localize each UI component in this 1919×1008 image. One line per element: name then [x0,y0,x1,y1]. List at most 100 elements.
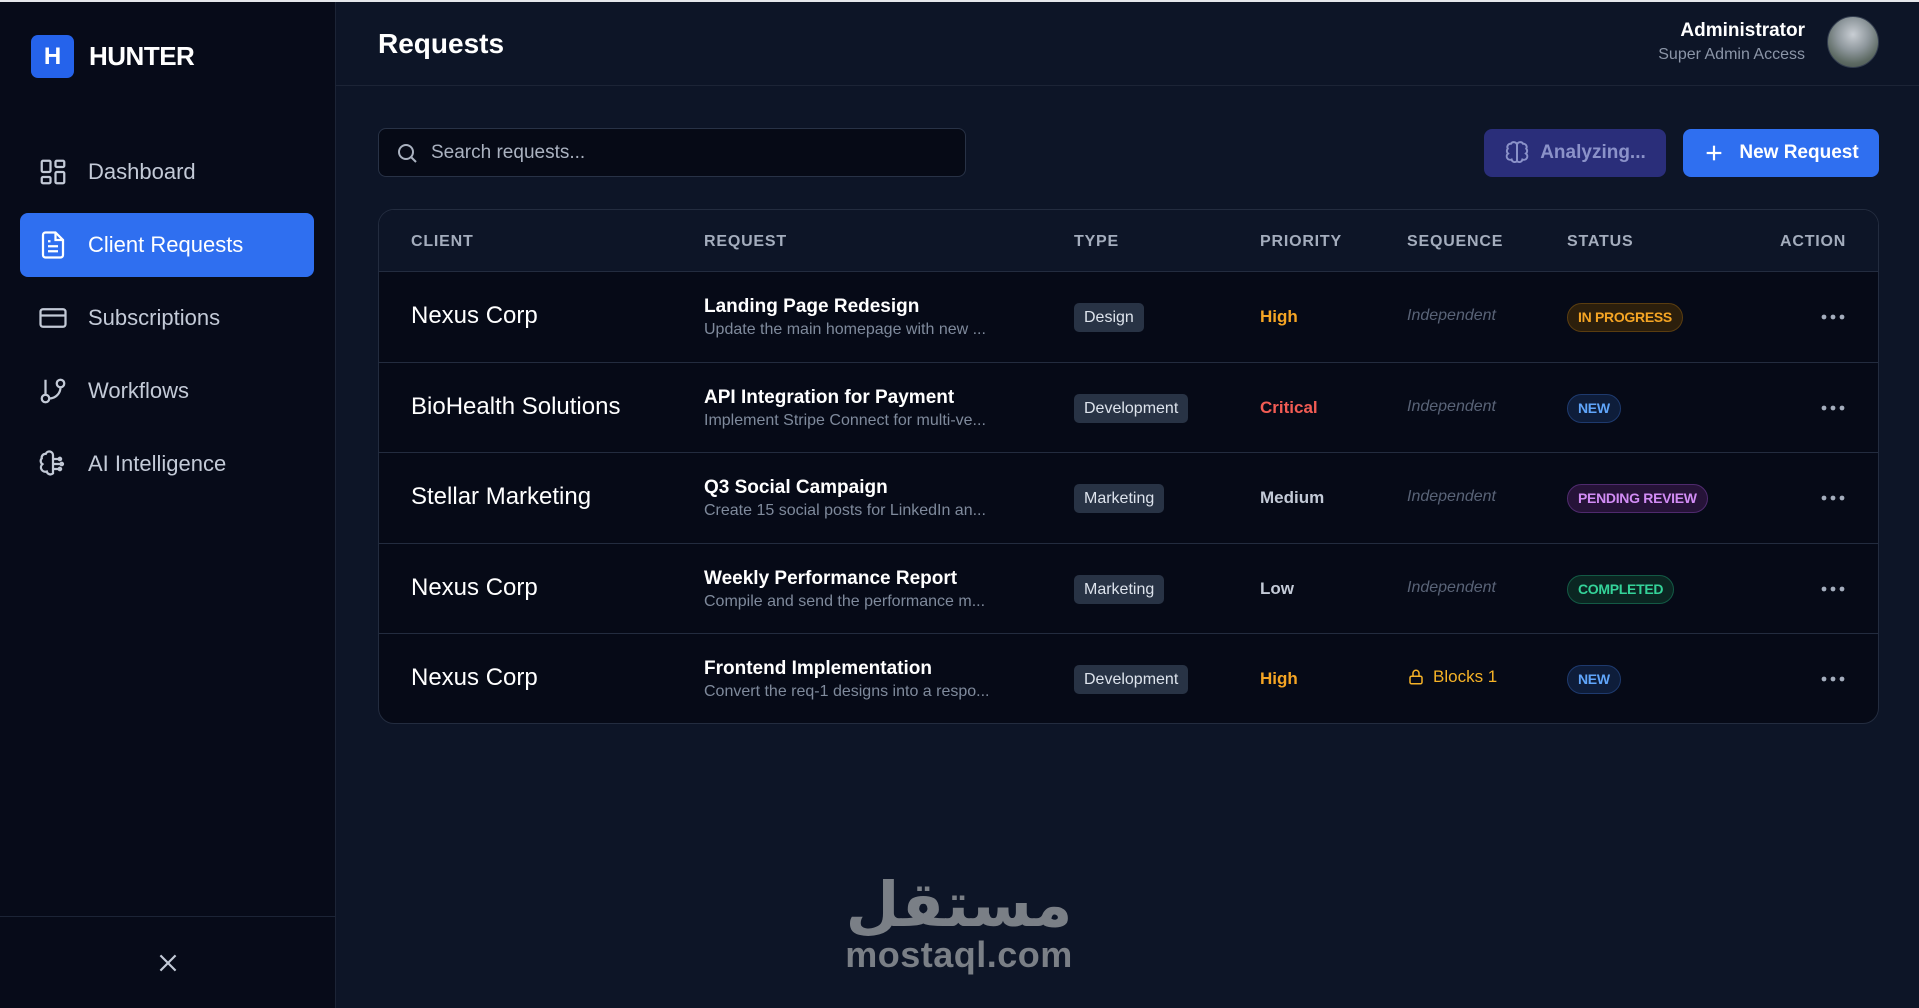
sidebar-footer [0,916,335,1008]
brand-logo-badge: H [31,35,74,78]
sidebar-item-label: Subscriptions [88,305,221,330]
table-header: CLIENT REQUEST TYPE PRIORITY SEQUENCE ST… [379,210,1878,272]
column-header-client[interactable]: CLIENT [411,233,474,251]
priority-label: Medium [1260,488,1325,507]
request-description: Update the main homepage with new ... [704,321,986,338]
status-badge: NEW [1567,665,1621,694]
user-role: Super Admin Access [1658,46,1805,63]
request-description: Convert the req-1 designs into a respo..… [704,683,990,700]
status-badge: COMPLETED [1567,574,1675,604]
row-actions-button[interactable] [1817,393,1849,423]
watermark: مستقل mostaql.com [843,868,1075,975]
more-horizontal-icon [1821,405,1845,410]
type-tag: Development [1074,665,1189,694]
plus-icon [1707,145,1722,161]
client-name: Nexus Corp [411,573,538,601]
request-title[interactable]: Landing Page Redesign [704,296,919,318]
sidebar: H HUNTER Dashboard Client Requests Subsc… [0,2,336,1008]
column-header-action: ACTION [1780,233,1847,250]
top-header: Requests Administrator Super Admin Acces… [336,2,1919,86]
column-header-type[interactable]: TYPE [1074,233,1119,251]
column-header-sequence[interactable]: SEQUENCE [1407,233,1503,251]
request-description: Compile and send the performance m... [704,592,986,610]
type-tag: Marketing [1074,484,1165,513]
type-tag: Marketing [1074,574,1165,604]
new-request-label: New Request [1739,142,1859,163]
more-horizontal-icon [1821,586,1845,591]
type-tag: Development [1074,393,1189,423]
request-title[interactable]: API Integration for Payment [704,387,954,409]
sidebar-item-workflows[interactable]: Workflows [20,359,314,423]
sidebar-item-label: Workflows [88,378,190,403]
column-header-request[interactable]: REQUEST [704,233,787,251]
user-name: Administrator [1680,20,1805,41]
request-title[interactable]: Weekly Performance Report [704,568,957,590]
status-badge: IN PROGRESS [1567,303,1683,332]
row-actions-button[interactable] [1817,574,1849,604]
sequence-label: Independent [1407,397,1496,415]
sidebar-nav: Dashboard Client Requests Subscriptions … [20,140,314,505]
sidebar-item-client-requests[interactable]: Client Requests [20,213,314,277]
table-row[interactable]: Stellar Marketing Q3 Social Campaign Cre… [379,453,1878,544]
close-icon[interactable] [155,950,181,976]
requests-table: CLIENT REQUEST TYPE PRIORITY SEQUENCE ST… [378,209,1879,724]
request-title[interactable]: Frontend Implementation [704,658,932,680]
client-name: BioHealth Solutions [411,392,621,420]
user-profile[interactable]: Administrator Super Admin Access [1658,16,1879,68]
table-row[interactable]: Nexus Corp Frontend Implementation Conve… [379,634,1878,723]
sidebar-item-subscriptions[interactable]: Subscriptions [20,286,314,350]
avatar[interactable] [1827,16,1879,68]
analyze-button[interactable]: Analyzing... [1484,129,1666,177]
sidebar-item-label: AI Intelligence [88,451,227,476]
request-description: Create 15 social posts for LinkedIn an..… [704,502,986,519]
more-horizontal-icon [1821,314,1845,320]
watermark-latin: mostaql.com [845,934,1073,975]
search-input[interactable] [431,141,931,164]
type-tag: Design [1074,303,1144,332]
sequence-label: Independent [1407,578,1496,596]
brain-icon [39,450,65,476]
status-badge: PENDING REVIEW [1567,484,1708,513]
client-name: Nexus Corp [411,664,538,691]
credit-card-icon [39,308,67,328]
request-title[interactable]: Q3 Social Campaign [704,477,888,499]
page-title: Requests [378,28,505,59]
client-name: Stellar Marketing [411,483,592,510]
priority-label: High [1260,307,1298,326]
sidebar-item-ai-intelligence[interactable]: AI Intelligence [20,432,314,496]
sequence-label: Blocks 1 [1433,667,1498,686]
sidebar-item-label: Client Requests [88,232,244,257]
column-header-status[interactable]: STATUS [1567,233,1633,251]
more-horizontal-icon [1821,676,1845,682]
sidebar-item-dashboard[interactable]: Dashboard [20,140,314,204]
client-name: Nexus Corp [411,302,538,329]
request-description: Implement Stripe Connect for multi-ve... [704,411,986,429]
priority-label: High [1260,669,1298,688]
row-actions-button[interactable] [1817,302,1849,332]
row-actions-button[interactable] [1817,483,1849,513]
more-horizontal-icon [1821,495,1845,501]
table-row[interactable]: Nexus Corp Landing Page Redesign Update … [379,272,1878,363]
sequence-label: Independent [1407,307,1496,324]
search-icon [398,143,417,163]
table-row[interactable]: BioHealth Solutions API Integration for … [379,363,1878,453]
lock-icon [1409,669,1423,685]
sequence-label: Independent [1407,488,1496,505]
analyze-button-label: Analyzing... [1540,142,1646,163]
brain-icon [1505,141,1529,163]
table-row[interactable]: Nexus Corp Weekly Performance Report Com… [379,544,1878,634]
status-badge: NEW [1567,393,1621,423]
row-actions-button[interactable] [1817,664,1849,694]
sequence-blocker: Blocks 1 [1407,667,1497,687]
priority-label: Critical [1260,397,1318,417]
priority-label: Low [1260,578,1294,598]
new-request-button[interactable]: New Request [1683,129,1879,177]
watermark-arabic: مستقل [845,868,1073,941]
column-header-priority[interactable]: PRIORITY [1260,233,1342,251]
search-box[interactable] [378,128,966,177]
sidebar-item-label: Dashboard [88,159,196,184]
brand[interactable]: H HUNTER [31,35,195,78]
document-icon [41,231,65,259]
brand-name: HUNTER [89,41,195,71]
git-branch-icon [40,378,66,404]
